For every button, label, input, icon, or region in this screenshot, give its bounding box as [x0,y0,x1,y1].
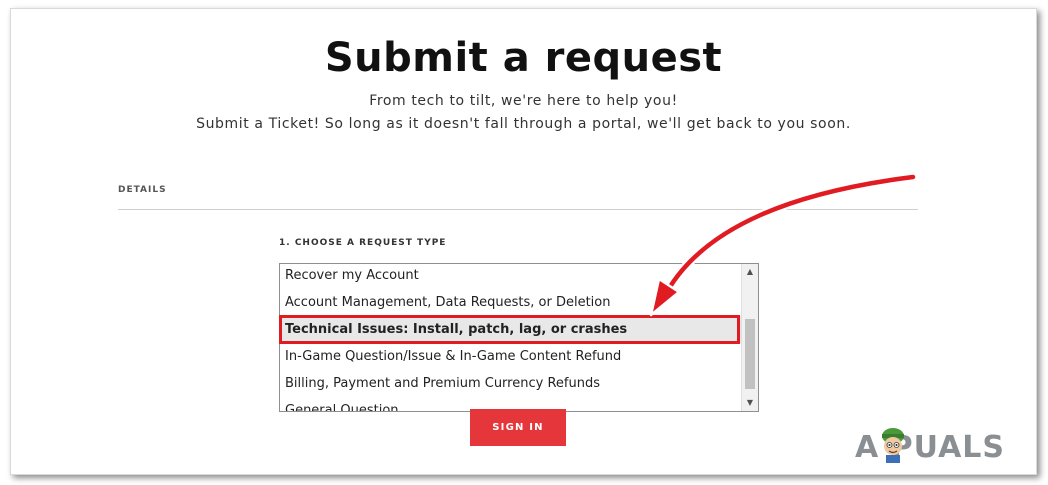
request-type-option[interactable]: In-Game Question/Issue & In-Game Content… [280,343,742,370]
request-form-page: Submit a request From tech to tilt, we'r… [10,8,1037,475]
request-type-label: 1. CHOOSE A REQUEST TYPE [279,238,447,248]
request-type-option[interactable]: Account Management, Data Requests, or De… [280,289,742,316]
request-type-option-selected[interactable]: Technical Issues: Install, patch, lag, o… [280,316,742,343]
scrollbar-thumb[interactable] [745,319,755,389]
request-type-listbox[interactable]: Recover my Account Account Management, D… [279,263,759,412]
triangle-up-icon[interactable]: ▲ [742,264,758,280]
request-type-option[interactable]: Billing, Payment and Premium Currency Re… [280,370,742,397]
page-subtitle-line2: Submit a Ticket! So long as it doesn't f… [196,116,851,132]
triangle-down-icon[interactable]: ▼ [742,395,758,411]
appuals-watermark: A PUALS [855,422,1030,468]
page-title: Submit a request [324,35,723,81]
page-subtitle-line1: From tech to tilt, we're here to help yo… [369,93,678,109]
listbox-scrollbar[interactable]: ▲ ▼ [741,264,758,411]
mascot-logo-icon [882,428,904,463]
request-type-option[interactable]: Recover my Account [280,264,742,289]
details-divider [118,209,918,210]
sign-in-button[interactable]: SIGN IN [470,409,566,446]
details-section-label: DETAILS [118,185,167,195]
